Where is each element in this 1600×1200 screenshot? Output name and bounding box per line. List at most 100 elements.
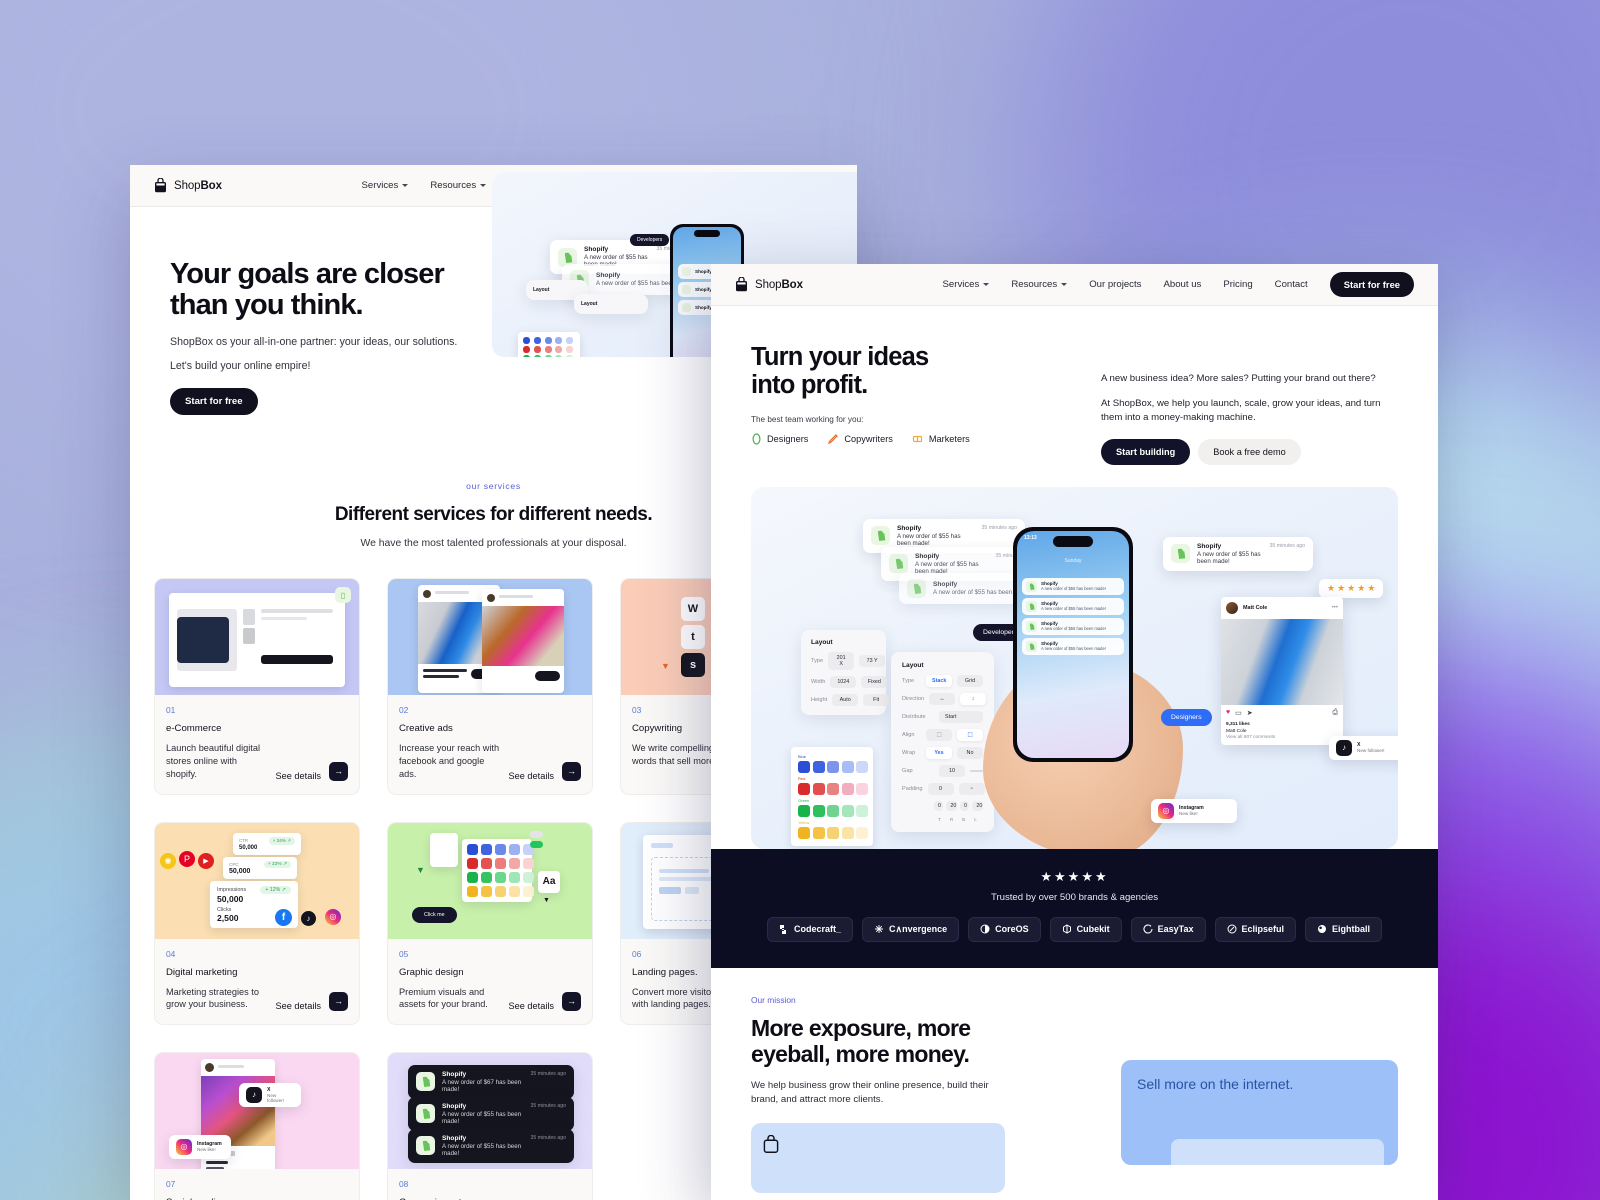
pencil-icon [828, 434, 839, 444]
nav-item-resources[interactable]: Resources [1011, 279, 1068, 290]
star-icon: ★ [1327, 582, 1336, 593]
panel-chip[interactable]: ⬚ [926, 728, 952, 741]
see-details-link[interactable]: See details [509, 771, 554, 781]
arrow-right-icon[interactable]: → [329, 761, 348, 781]
panel-chip[interactable]: 1024 [830, 675, 857, 688]
card-body: 02 Creative ads Increase your reach with… [388, 695, 592, 793]
panel-chip[interactable]: 201 X [828, 651, 855, 670]
click-me-button[interactable]: Click me [412, 906, 457, 923]
stat-delta: + 22% ↗ [263, 860, 291, 868]
padding-value[interactable]: 20 [972, 800, 983, 811]
nav-item-resources[interactable]: Resources [430, 180, 487, 191]
notif-time: 35 minutes ago [530, 1070, 566, 1077]
logo-eightball[interactable]: Eightball [1305, 916, 1383, 942]
arrow-right-icon[interactable]: → [562, 991, 581, 1011]
panel-chip[interactable]: ▫ [958, 782, 985, 795]
start-building-button[interactable]: Start building [1101, 438, 1191, 465]
toggle-on[interactable] [530, 840, 543, 848]
bookmark-icon[interactable]: ⎙ [1332, 709, 1338, 717]
start-for-free-button[interactable]: Start for free [1329, 272, 1414, 297]
notif-text: A new order of $55 has been made! [442, 1142, 522, 1157]
book-demo-button[interactable]: Book a free demo [1198, 438, 1301, 465]
padding-label: B [962, 816, 966, 822]
panel-chip[interactable]: Grid [957, 674, 983, 687]
logo-easytax[interactable]: EasyTax [1130, 916, 1206, 942]
see-details-link[interactable]: See details [276, 771, 321, 781]
panel-chip[interactable]: ↔ [929, 692, 956, 705]
service-card[interactable]: ♪ X New follower! ◎ Instagram New like! 07… [154, 1051, 360, 1200]
back-hero-cta[interactable]: Start for free [170, 388, 258, 416]
share-icon[interactable]: ➤ [1247, 709, 1253, 717]
service-card[interactable]: ◉ P ▶ CTR + 34% ↗ 50,000 CPC + 22% ↗ 50,00… [154, 821, 360, 1025]
see-details-link[interactable]: See details [276, 1001, 321, 1011]
logo-cubekit[interactable]: Cubekit [1049, 916, 1122, 942]
shopify-icon [1026, 580, 1037, 592]
logo-eclipseful[interactable]: Eclipseful [1214, 916, 1297, 942]
shopify-icon [416, 1072, 435, 1092]
padding-value[interactable]: 20 [946, 800, 957, 811]
front-hero-paragraph-2: At ShopBox, we help you launch, scale, g… [1101, 397, 1381, 423]
facebook-icon: f [275, 908, 292, 926]
panel-chip[interactable]: 10 [939, 764, 965, 777]
team-item-copywriters: Copywriters [827, 433, 893, 445]
panel-chip[interactable]: Fixed [861, 675, 888, 688]
panel-chip[interactable]: 73 Y [859, 654, 886, 667]
padding-value[interactable]: 0 [960, 800, 970, 811]
star-icon: ★ [1367, 582, 1376, 593]
panel-chip[interactable]: Stack [926, 674, 952, 687]
logo-codecraft[interactable]: Codecraft_ [766, 916, 853, 942]
padding-value[interactable]: 0 [934, 800, 944, 811]
band-logos: Codecraft_ C∧nvergence CoreOS Cubekit Ea… [711, 916, 1438, 942]
brand-logo[interactable]: ShopBox [735, 277, 803, 292]
key-t: t [681, 625, 705, 650]
brand-name: ShopBox [755, 278, 803, 291]
nav-item-contact[interactable]: Contact [1275, 279, 1308, 290]
pill-developers: Developers [630, 234, 670, 246]
panel-chip[interactable]: Start [939, 710, 983, 723]
instagram-icon: ◎ [1158, 802, 1174, 819]
brand-logo[interactable]: ShopBox [154, 178, 222, 193]
mission-card-left[interactable] [751, 1122, 1005, 1193]
comment-icon[interactable]: ▭ [1235, 709, 1242, 717]
instagram-icon: ◎ [325, 908, 341, 925]
tiktok-icon: ♪ [246, 1086, 262, 1103]
more-icon[interactable]: ••• [1332, 605, 1338, 611]
arrow-right-icon[interactable]: → [562, 761, 581, 781]
arrow-right-icon[interactable]: → [329, 991, 348, 1011]
ig-comments-link[interactable]: View all 907 comments [1226, 735, 1338, 740]
nav-item-our-projects[interactable]: Our projects [1089, 279, 1141, 290]
typography-icon: Aa [538, 870, 560, 893]
shopify-icon [682, 267, 691, 276]
heart-icon[interactable]: ♥ [1226, 709, 1230, 716]
panel-chip[interactable]: Fit [863, 693, 890, 706]
front-browser-window[interactable]: ShopBox Services Resources Our projects … [711, 264, 1438, 1200]
social-notification-x: ♪ X New follower! [1329, 735, 1398, 760]
youtube-icon: ▶ [198, 852, 214, 869]
logo-coreos[interactable]: CoreOS [968, 916, 1041, 942]
logo-convergence[interactable]: C∧nvergence [862, 916, 960, 942]
panel-chip[interactable]: 0 [927, 782, 954, 795]
front-nav-links: Services Resources Our projects About us… [943, 272, 1414, 297]
service-card[interactable]: Shopify A new order of $67 has been made… [387, 1051, 593, 1200]
panel-chip[interactable]: Yes [926, 746, 952, 759]
nav-item-services[interactable]: Services [943, 279, 990, 290]
panel-row-label: Direction [902, 695, 925, 702]
nav-item-services[interactable]: Services [362, 180, 409, 191]
panel-chip[interactable]: ⬚ [957, 728, 983, 741]
service-card[interactable]: ▯ 01 e-Commerce Launch beautiful digital… [154, 578, 360, 795]
panel-row-label: Width [811, 678, 826, 685]
nav-item-pricing[interactable]: Pricing [1223, 279, 1252, 290]
card-number: 04 [166, 948, 176, 959]
front-hero-title: Turn your ideas into profit. [751, 343, 929, 399]
panel-chip[interactable]: ↕ [960, 692, 987, 705]
service-card[interactable]: 02 Creative ads Increase your reach with… [387, 578, 593, 795]
phone-notification: Shopify A new order of $55 has been made! [1022, 617, 1124, 635]
service-card[interactable]: Aa ▼ ▼ Click me 05 Graphic design Premiu… [387, 821, 593, 1025]
mission-card-right[interactable]: Sell more on the internet. [1121, 1059, 1398, 1165]
toggle-off[interactable] [530, 830, 543, 838]
see-details-link[interactable]: See details [509, 1001, 554, 1011]
panel-chip[interactable]: No [957, 746, 983, 759]
panel-chip[interactable]: Auto [832, 693, 859, 706]
gap-slider[interactable] [970, 769, 983, 772]
nav-item-about-us[interactable]: About us [1163, 279, 1201, 290]
